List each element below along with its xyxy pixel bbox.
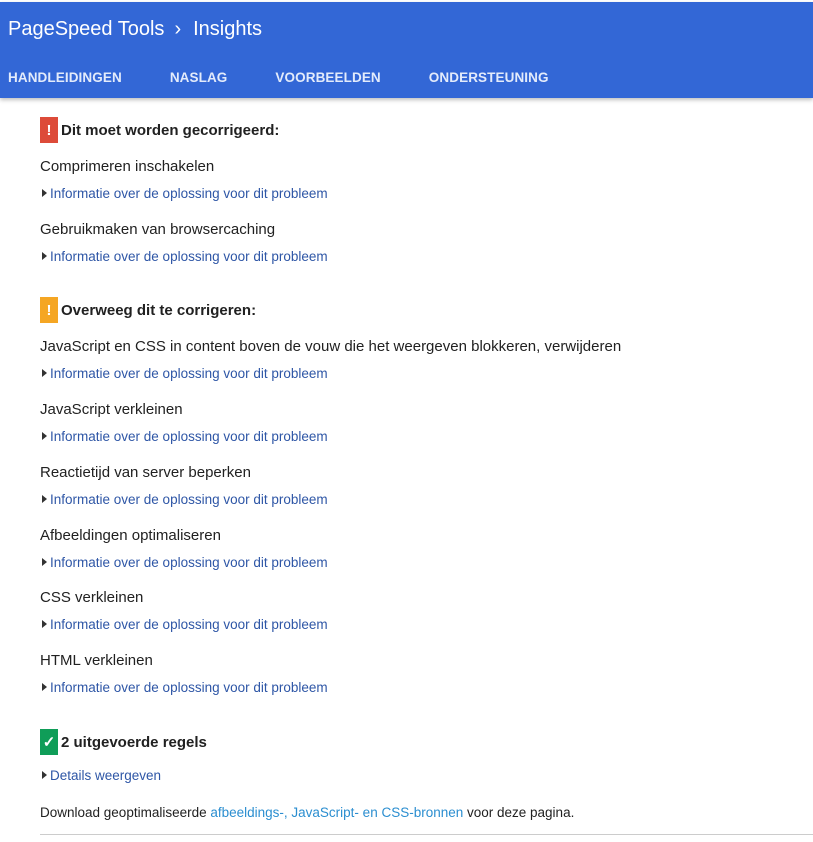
- rule-info-link[interactable]: Informatie over de oplossing voor dit pr…: [40, 490, 328, 508]
- triangle-right-icon: [42, 771, 47, 779]
- rule-info-link[interactable]: Informatie over de oplossing voor dit pr…: [40, 184, 328, 202]
- rule-info-link-label: Informatie over de oplossing voor dit pr…: [50, 554, 328, 570]
- rule-title: JavaScript verkleinen: [40, 401, 183, 418]
- triangle-right-icon: [42, 369, 47, 377]
- exclamation-icon: !: [40, 297, 58, 323]
- rule-info-link-label: Informatie over de oplossing voor dit pr…: [50, 365, 328, 381]
- rule-title: Comprimeren inschakelen: [40, 158, 215, 175]
- rule-info-link[interactable]: Informatie over de oplossing voor dit pr…: [40, 553, 328, 571]
- triangle-right-icon: [42, 495, 47, 503]
- rule-info-link-label: Informatie over de oplossing voor dit pr…: [50, 185, 328, 201]
- rule-info-link[interactable]: Informatie over de oplossing voor dit pr…: [40, 678, 328, 696]
- triangle-right-icon: [42, 620, 47, 628]
- rule-info-link-label: Informatie over de oplossing voor dit pr…: [50, 428, 328, 444]
- rule-title: HTML verkleinen: [40, 652, 153, 669]
- passed-rules-title: 2 uitgevoerde regels: [61, 733, 207, 751]
- triangle-right-icon: [42, 252, 47, 260]
- rule-title: Gebruikmaken van browsercaching: [40, 221, 276, 238]
- download-resources-link[interactable]: afbeeldings-, JavaScript- en CSS-bronnen: [210, 805, 463, 820]
- checkmark-icon: ✓: [40, 729, 58, 755]
- rule-info-link-label: Informatie over de oplossing voor dit pr…: [50, 616, 328, 632]
- triangle-right-icon: [42, 558, 47, 566]
- rule-title: Afbeeldingen optimaliseren: [40, 527, 221, 544]
- triangle-right-icon: [42, 189, 47, 197]
- consider-fixing-title: Overweeg dit te corrigeren:: [61, 301, 257, 319]
- divider: [40, 834, 813, 835]
- consider-fixing-header: ! Overweeg dit te corrigeren:: [40, 297, 256, 323]
- show-details-label: Details weergeven: [50, 767, 162, 783]
- download-suffix: voor deze pagina.: [463, 805, 575, 820]
- rule-info-link-label: Informatie over de oplossing voor dit pr…: [50, 679, 328, 695]
- rule-title: CSS verkleinen: [40, 589, 144, 606]
- should-fix-header: ! Dit moet worden gecorrigeerd:: [40, 117, 279, 143]
- passed-rules-header: ✓ 2 uitgevoerde regels: [40, 729, 207, 755]
- show-details-link[interactable]: Details weergeven: [40, 766, 161, 784]
- rule-info-link[interactable]: Informatie over de oplossing voor dit pr…: [40, 427, 328, 445]
- results-content: ! Dit moet worden gecorrigeerd: Comprime…: [0, 0, 813, 842]
- rule-info-link-label: Informatie over de oplossing voor dit pr…: [50, 248, 328, 264]
- rule-info-link-label: Informatie over de oplossing voor dit pr…: [50, 491, 328, 507]
- should-fix-title: Dit moet worden gecorrigeerd:: [61, 121, 280, 139]
- triangle-right-icon: [42, 683, 47, 691]
- rule-title: JavaScript en CSS in content boven de vo…: [40, 338, 622, 355]
- rule-title: Reactietijd van server beperken: [40, 464, 251, 481]
- download-optimized-text: Download geoptimaliseerde afbeeldings-, …: [40, 805, 574, 820]
- rule-info-link[interactable]: Informatie over de oplossing voor dit pr…: [40, 615, 328, 633]
- rule-info-link[interactable]: Informatie over de oplossing voor dit pr…: [40, 364, 328, 382]
- exclamation-icon: !: [40, 117, 58, 143]
- download-prefix: Download geoptimaliseerde: [40, 805, 211, 820]
- triangle-right-icon: [42, 432, 47, 440]
- rule-info-link[interactable]: Informatie over de oplossing voor dit pr…: [40, 247, 328, 265]
